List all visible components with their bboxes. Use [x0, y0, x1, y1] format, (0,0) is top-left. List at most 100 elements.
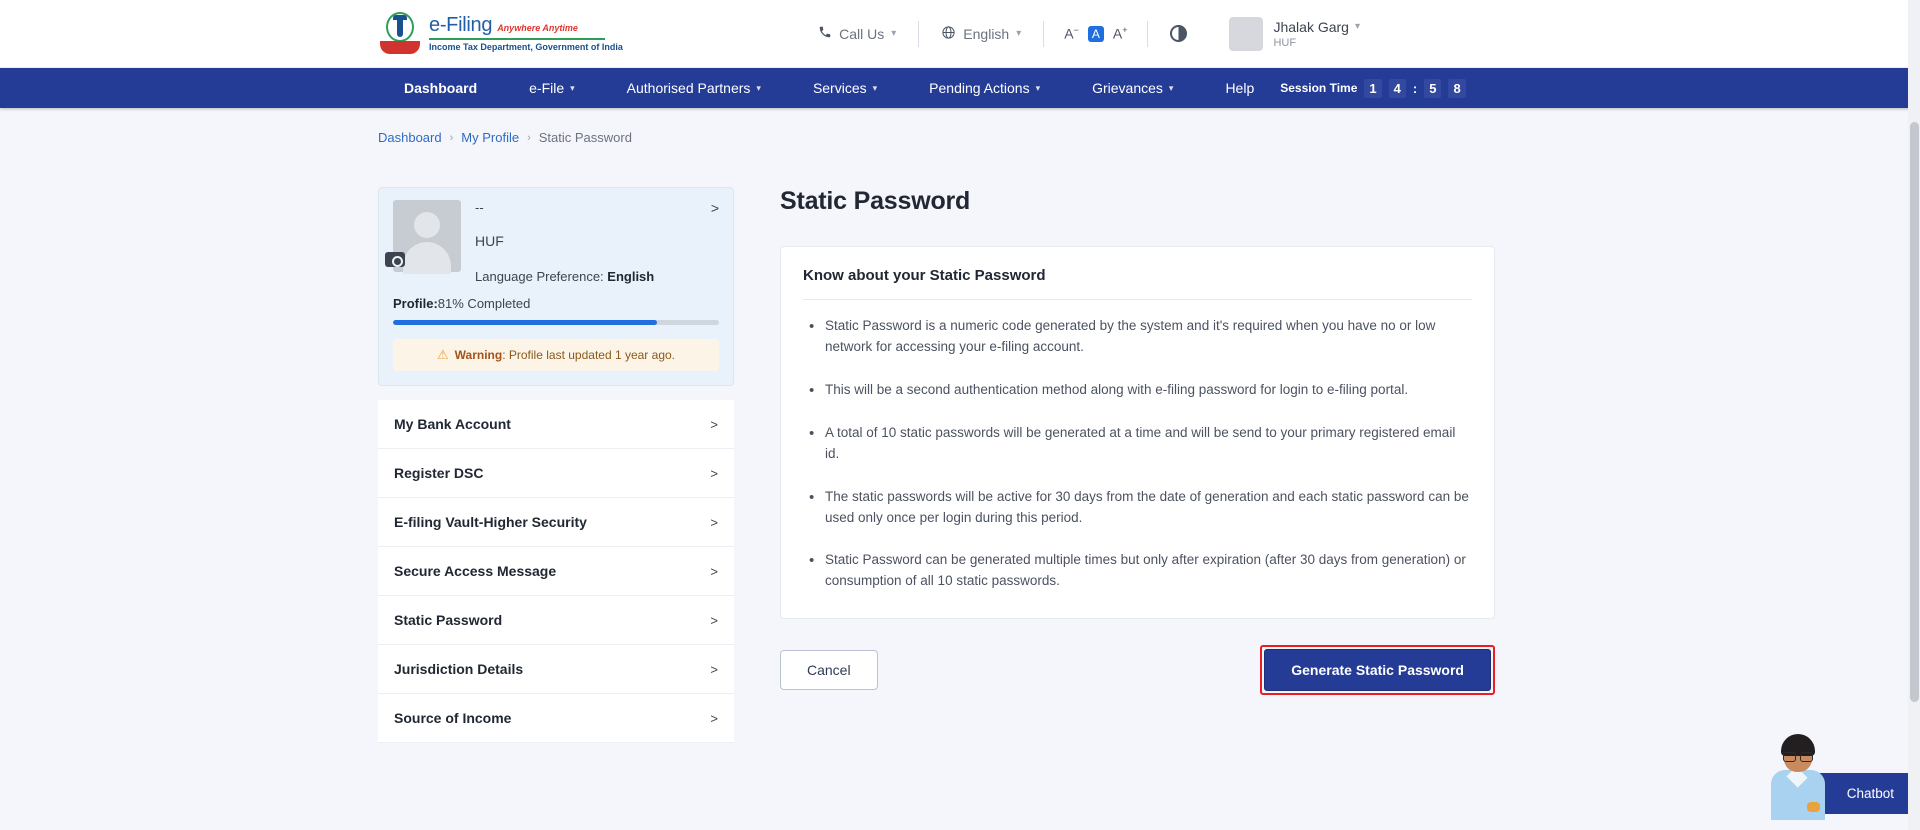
warning-text: : Profile last updated 1 year ago. — [502, 348, 675, 362]
contrast-toggle[interactable] — [1148, 25, 1209, 42]
chevron-right-icon[interactable]: > — [711, 200, 719, 216]
font-normal-button[interactable]: A — [1088, 26, 1104, 42]
info-card-heading: Know about your Static Password — [803, 267, 1472, 300]
session-digit: 4 — [1389, 79, 1406, 98]
chevron-right-icon: > — [710, 466, 718, 481]
contrast-icon — [1170, 25, 1187, 42]
breadcrumb-item-dashboard[interactable]: Dashboard — [378, 130, 442, 145]
brand-tagline: Anywhere Anytime — [497, 24, 578, 33]
header-utilities: Call Us ▾ English ▾ A− A A+ — [796, 17, 1360, 51]
nav-item-dashboard[interactable]: Dashboard — [378, 68, 503, 108]
info-card: Know about your Static Password Static P… — [780, 246, 1495, 619]
call-us-label: Call Us — [839, 26, 884, 42]
chatbot-avatar-icon — [1767, 728, 1829, 820]
profile-status: 81% Completed — [438, 296, 531, 311]
sidebar-item-my-bank-account[interactable]: My Bank Account > — [378, 400, 734, 449]
session-digit: 8 — [1448, 79, 1465, 98]
left-sidebar: -- HUF Language Preference: English > Pr… — [378, 187, 734, 743]
language-pref-value: English — [607, 269, 654, 284]
sidebar-item-register-dsc[interactable]: Register DSC > — [378, 449, 734, 498]
generate-button-highlight: Generate Static Password — [1260, 645, 1495, 695]
chevron-down-icon: ▾ — [1169, 68, 1174, 108]
warning-triangle-icon: ⚠ — [437, 347, 449, 363]
sidebar-item-label: Source of Income — [394, 710, 511, 726]
nav-item-services[interactable]: Services ▾ — [787, 68, 903, 108]
info-bullet-list: Static Password is a numeric code genera… — [803, 316, 1472, 592]
nav-items: Dashboard e-File ▾ Authorised Partners ▾… — [378, 68, 1280, 108]
chevron-down-icon: ▾ — [1016, 28, 1021, 39]
nav-item-authorised-partners[interactable]: Authorised Partners ▾ — [601, 68, 787, 108]
page-scrollbar[interactable] — [1908, 0, 1920, 830]
content-area: -- HUF Language Preference: English > Pr… — [378, 187, 1920, 743]
user-menu[interactable]: Jhalak Garg ▾ HUF — [1209, 17, 1360, 51]
chevron-down-icon: ▾ — [891, 28, 896, 39]
info-bullet: Static Password can be generated multipl… — [803, 550, 1472, 592]
avatar — [1229, 17, 1263, 51]
nav-item-efile[interactable]: e-File ▾ — [503, 68, 601, 108]
sidebar-item-source-of-income[interactable]: Source of Income > — [378, 694, 734, 743]
generate-static-password-button[interactable]: Generate Static Password — [1264, 649, 1491, 691]
language-pref-label: Language Preference: — [475, 269, 604, 284]
camera-icon[interactable] — [385, 252, 405, 267]
sidebar-item-label: Jurisdiction Details — [394, 661, 523, 677]
sidebar-item-label: E-filing Vault-Higher Security — [394, 514, 587, 530]
sidebar-item-label: Static Password — [394, 612, 502, 628]
profile-summary-card[interactable]: -- HUF Language Preference: English > Pr… — [378, 187, 734, 386]
chevron-down-icon: ▾ — [1355, 21, 1360, 32]
sidebar-item-label: Secure Access Message — [394, 563, 556, 579]
user-role: HUF — [1273, 37, 1360, 49]
chevron-right-icon: > — [710, 711, 718, 726]
sidebar-item-jurisdiction-details[interactable]: Jurisdiction Details > — [378, 645, 734, 694]
nav-label: e-File — [529, 68, 564, 108]
session-colon: : — [1413, 81, 1417, 96]
scrollbar-thumb[interactable] — [1910, 122, 1919, 702]
brand-rule — [429, 38, 605, 40]
chatbot-widget[interactable]: Chatbot — [1767, 728, 1920, 820]
profile-label: Profile: — [393, 296, 438, 311]
action-button-row: Cancel Generate Static Password — [780, 645, 1495, 695]
chevron-right-icon: > — [710, 564, 718, 579]
call-us-menu[interactable]: Call Us ▾ — [796, 25, 918, 42]
chevron-right-icon: > — [710, 662, 718, 677]
profile-entity-type: HUF — [475, 233, 711, 249]
profile-completion-text: Profile:81% Completed — [393, 296, 719, 311]
chevron-right-icon: > — [710, 613, 718, 628]
sidebar-item-efiling-vault[interactable]: E-filing Vault-Higher Security > — [378, 498, 734, 547]
chevron-down-icon: ▾ — [873, 68, 878, 108]
sidebar-item-label: Register DSC — [394, 465, 483, 481]
nav-item-help[interactable]: Help — [1199, 68, 1280, 108]
brand-text: e-Filing Anywhere Anytime Income Tax Dep… — [429, 15, 623, 52]
breadcrumb: Dashboard › My Profile › Static Password — [378, 130, 1920, 145]
breadcrumb-item-current: Static Password — [539, 130, 632, 145]
info-bullet: A total of 10 static passwords will be g… — [803, 423, 1472, 465]
session-digit: 1 — [1364, 79, 1381, 98]
info-bullet: This will be a second authentication met… — [803, 380, 1472, 401]
breadcrumb-separator: › — [527, 132, 531, 144]
phone-icon — [818, 25, 832, 42]
breadcrumb-item-my-profile[interactable]: My Profile — [461, 130, 519, 145]
font-size-controls: A− A A+ — [1044, 25, 1147, 42]
profile-name: -- — [475, 200, 711, 215]
page-root: e-Filing Anywhere Anytime Income Tax Dep… — [0, 0, 1920, 830]
cancel-button[interactable]: Cancel — [780, 650, 878, 690]
chevron-down-icon: ▾ — [756, 68, 761, 108]
session-digit: 5 — [1424, 79, 1441, 98]
language-label: English — [963, 26, 1009, 42]
nav-item-pending-actions[interactable]: Pending Actions ▾ — [903, 68, 1066, 108]
main-panel: Static Password Know about your Static P… — [780, 187, 1495, 743]
nav-label: Grievances — [1092, 68, 1163, 108]
nav-item-grievances[interactable]: Grievances ▾ — [1066, 68, 1199, 108]
nav-label: Authorised Partners — [627, 68, 751, 108]
font-increase-button[interactable]: A+ — [1113, 25, 1128, 42]
top-header: e-Filing Anywhere Anytime Income Tax Dep… — [0, 0, 1920, 68]
sidebar-item-static-password[interactable]: Static Password > — [378, 596, 734, 645]
site-logo[interactable]: e-Filing Anywhere Anytime Income Tax Dep… — [380, 11, 623, 57]
brand-title: e-Filing — [429, 15, 492, 35]
nav-label: Services — [813, 68, 867, 108]
language-menu[interactable]: English ▾ — [919, 25, 1043, 43]
profile-warning-banner: ⚠ Warning: Profile last updated 1 year a… — [393, 339, 719, 371]
font-decrease-button[interactable]: A− — [1064, 25, 1079, 42]
sidebar-item-secure-access-message[interactable]: Secure Access Message > — [378, 547, 734, 596]
warning-label: Warning — [455, 348, 503, 362]
session-timer-label: Session Time — [1280, 81, 1357, 95]
